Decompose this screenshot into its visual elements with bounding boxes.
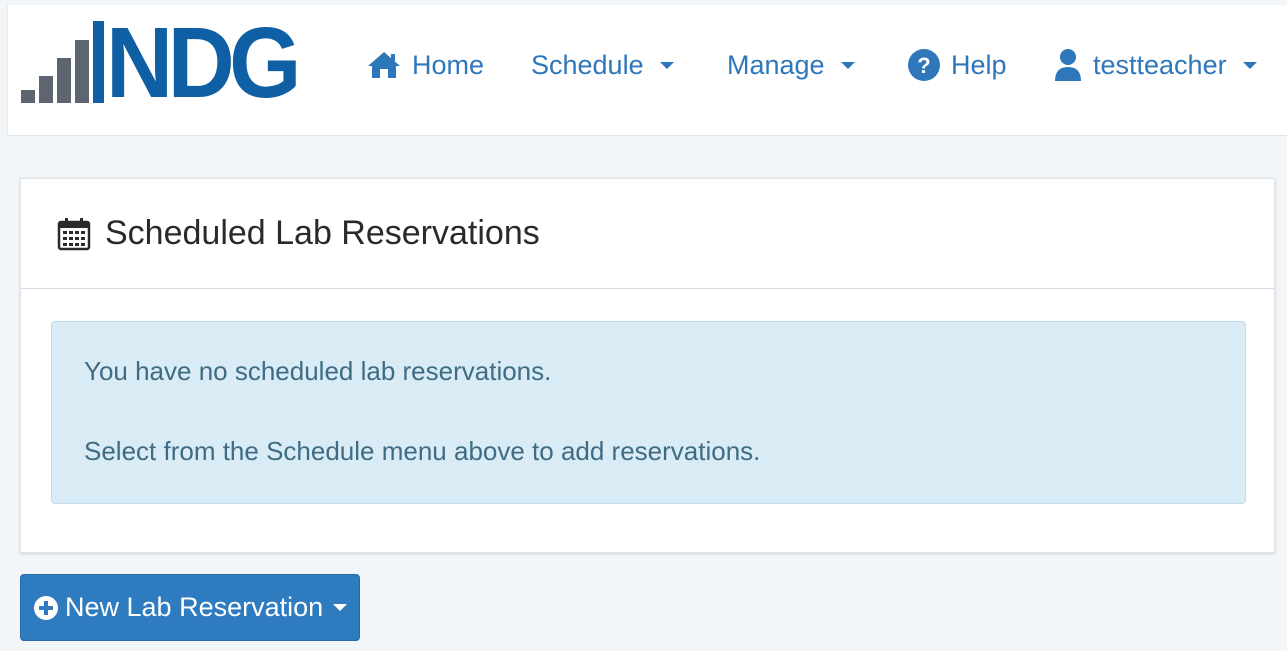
calendar-icon <box>57 217 91 251</box>
panel-header: Scheduled Lab Reservations <box>21 179 1274 289</box>
logo-bar <box>75 40 89 103</box>
chevron-down-icon <box>1242 61 1257 69</box>
signal-bars-logo-mark <box>21 21 104 105</box>
info-alert: You have no scheduled lab reservations. … <box>51 321 1246 504</box>
nav-help-label: Help <box>951 49 1007 80</box>
question-circle-icon: ? <box>907 48 941 82</box>
nav-user-label: testteacher <box>1093 49 1227 80</box>
reservations-panel: Scheduled Lab Reservations You have no s… <box>20 178 1275 553</box>
top-navbar: NDG Home Schedule Manage ? Help testteac… <box>7 5 1287 136</box>
chevron-down-icon <box>333 604 348 611</box>
nav-help[interactable]: ? Help <box>907 47 1007 83</box>
home-icon <box>366 50 402 80</box>
logo-bar <box>57 58 71 103</box>
chevron-down-icon <box>659 61 674 69</box>
nav-schedule[interactable]: Schedule <box>531 47 674 83</box>
logo-wordmark: NDG <box>106 7 302 119</box>
nav-user-menu[interactable]: testteacher <box>1053 47 1257 83</box>
panel-title: Scheduled Lab Reservations <box>105 214 540 252</box>
nav-home-label: Home <box>412 49 485 80</box>
nav-home[interactable]: Home <box>366 47 484 83</box>
nav-schedule-label: Schedule <box>531 49 644 80</box>
alert-message-instructions: Select from the Schedule menu above to a… <box>84 436 761 466</box>
plus-circle-icon <box>33 595 59 621</box>
logo-bar <box>93 21 104 103</box>
ndg-logo[interactable]: NDG <box>21 7 313 119</box>
new-lab-reservation-button[interactable]: New Lab Reservation <box>20 574 360 641</box>
svg-text:?: ? <box>917 53 930 78</box>
logo-bar <box>39 76 53 103</box>
logo-bar <box>21 90 35 103</box>
chevron-down-icon <box>840 61 855 69</box>
user-icon <box>1053 48 1083 82</box>
nav-manage[interactable]: Manage <box>727 47 855 83</box>
nav-manage-label: Manage <box>727 49 825 80</box>
alert-message-no-reservations: You have no scheduled lab reservations. <box>84 356 552 386</box>
new-lab-reservation-label: New Lab Reservation <box>65 592 324 622</box>
